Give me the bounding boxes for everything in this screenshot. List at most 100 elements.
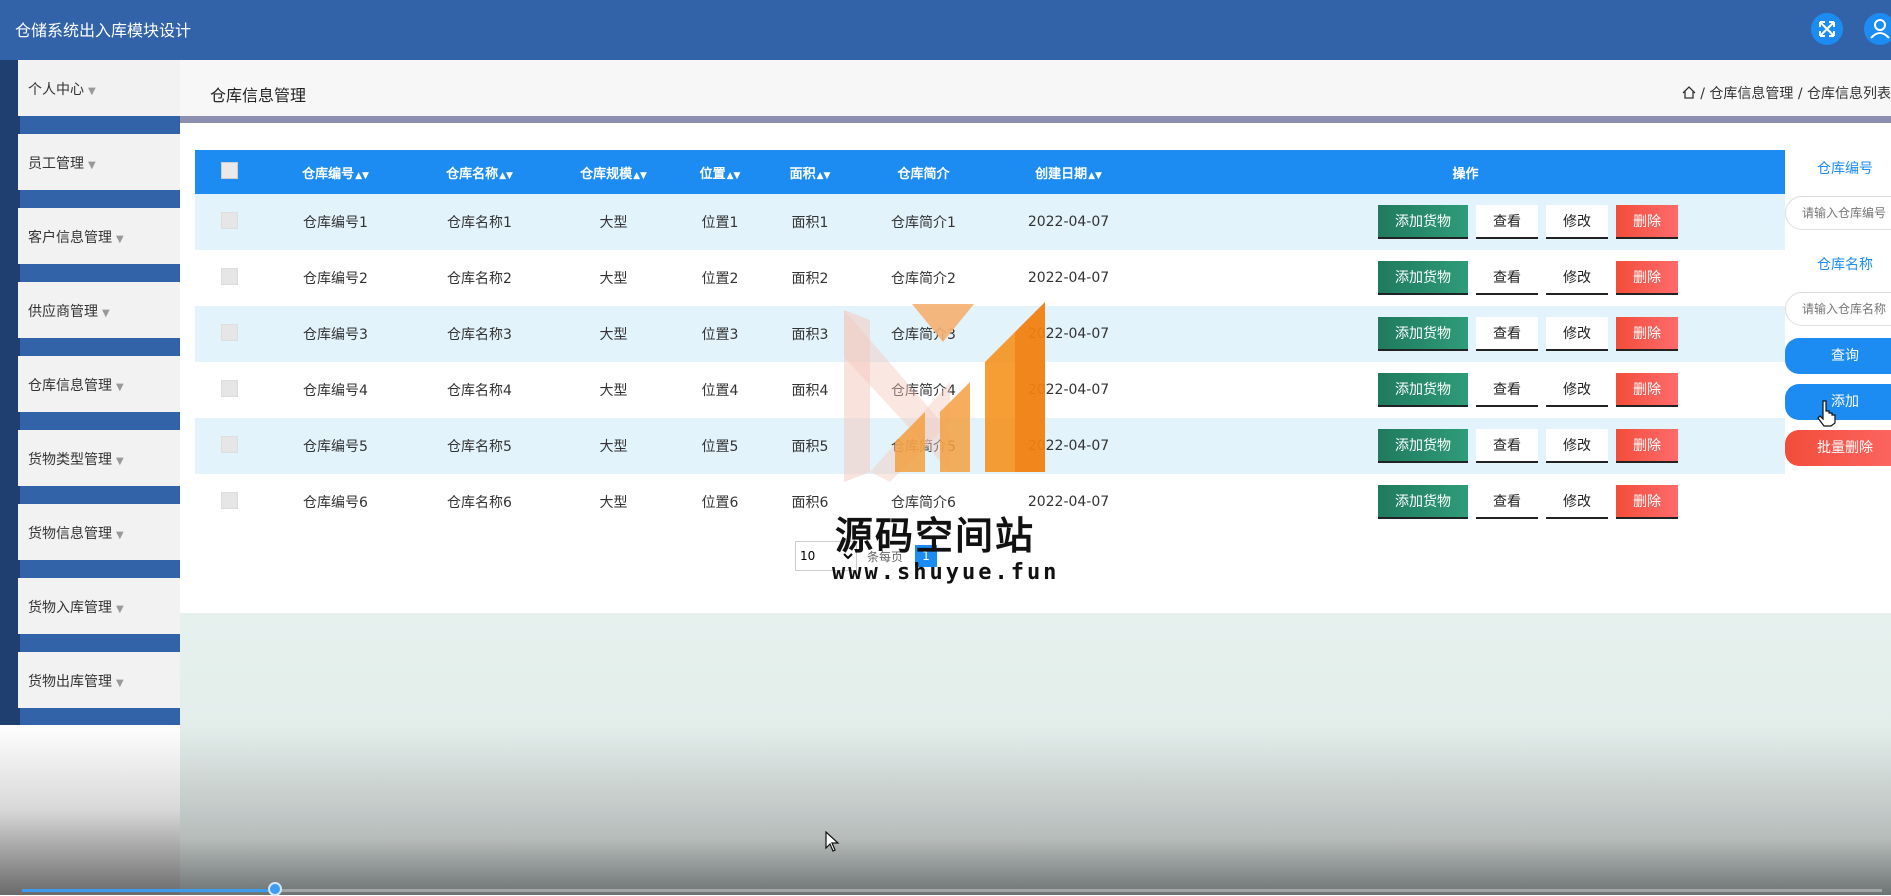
sidebar-item-label: 供应商管理 xyxy=(28,304,98,320)
sidebar-item-goods-outbound[interactable]: 货物出库管理 ▼ xyxy=(0,652,180,726)
row-checkbox[interactable] xyxy=(220,267,238,285)
breadcrumb: / 仓库信息管理 / 仓库信息列表 xyxy=(1682,83,1891,103)
watermark-text: 源码空间站 xyxy=(835,514,1036,558)
delete-button[interactable]: 删除 xyxy=(1616,373,1678,407)
delete-button[interactable]: 删除 xyxy=(1616,429,1678,463)
add-goods-button[interactable]: 添加货物 xyxy=(1378,317,1468,351)
batch-delete-button[interactable]: 批量删除 xyxy=(1785,430,1891,466)
sidebar-divider xyxy=(0,338,180,356)
row-checkbox[interactable] xyxy=(220,491,238,509)
sort-icon: ▲▼ xyxy=(726,170,741,181)
home-icon[interactable] xyxy=(1682,86,1700,102)
breadcrumb-item[interactable]: 仓库信息管理 xyxy=(1709,86,1793,102)
table-row: 仓库编号1 仓库名称1 大型 位置1 面积1 仓库简介1 2022-04-07 … xyxy=(195,194,1785,250)
edit-button[interactable]: 修改 xyxy=(1546,317,1608,351)
edit-button[interactable]: 修改 xyxy=(1546,205,1608,239)
sidebar-divider xyxy=(0,560,180,578)
delete-button[interactable]: 删除 xyxy=(1616,205,1678,239)
cell-code: 仓库编号2 xyxy=(303,271,368,287)
caret-down-icon: ▼ xyxy=(116,382,124,393)
add-goods-button[interactable]: 添加货物 xyxy=(1378,485,1468,519)
edit-button[interactable]: 修改 xyxy=(1546,485,1608,519)
sidebar-item-label: 仓库信息管理 xyxy=(28,378,112,394)
cell-code: 仓库编号5 xyxy=(303,439,368,455)
sort-icon: ▲▼ xyxy=(355,170,369,181)
cell-scale: 大型 xyxy=(599,215,628,231)
cell-name: 仓库名称4 xyxy=(447,383,512,399)
view-button[interactable]: 查看 xyxy=(1476,317,1538,351)
sidebar-item-supplier[interactable]: 供应商管理 ▼ xyxy=(0,282,180,356)
cell-area: 面积1 xyxy=(791,215,829,231)
add-button[interactable]: 添加 xyxy=(1785,384,1891,420)
code-search-input[interactable] xyxy=(1785,196,1891,230)
sidebar-item-personal-center[interactable]: 个人中心 ▼ xyxy=(0,60,180,134)
edit-button[interactable]: 修改 xyxy=(1546,429,1608,463)
view-button[interactable]: 查看 xyxy=(1476,261,1538,295)
row-checkbox[interactable] xyxy=(220,323,238,341)
cell-scale: 大型 xyxy=(599,495,628,511)
cell-area: 面积3 xyxy=(791,327,829,343)
breadcrumb-separator: / xyxy=(1797,86,1803,102)
add-goods-button[interactable]: 添加货物 xyxy=(1378,205,1468,239)
lower-background xyxy=(180,613,1891,895)
select-all-checkbox[interactable] xyxy=(220,161,238,179)
select-all-cell xyxy=(195,150,263,194)
cell-scale: 大型 xyxy=(599,383,628,399)
row-checkbox[interactable] xyxy=(220,435,238,453)
cell-name: 仓库名称3 xyxy=(447,327,512,343)
caret-down-icon: ▼ xyxy=(102,308,110,319)
sidebar-item-goods-inbound[interactable]: 货物入库管理 ▼ xyxy=(0,578,180,652)
cell-location: 位置6 xyxy=(701,495,739,511)
cell-name: 仓库名称1 xyxy=(447,215,512,231)
column-header-actions: 操作 xyxy=(1452,166,1479,182)
view-button[interactable]: 查看 xyxy=(1476,485,1538,519)
column-header-code[interactable]: 仓库编号▲▼ xyxy=(263,150,408,194)
progress-knob[interactable] xyxy=(268,882,282,896)
query-button[interactable]: 查询 xyxy=(1785,338,1891,374)
cell-location: 位置4 xyxy=(701,383,739,399)
cell-date: 2022-04-07 xyxy=(1027,214,1110,230)
add-goods-button[interactable]: 添加货物 xyxy=(1378,261,1468,295)
row-checkbox[interactable] xyxy=(220,211,238,229)
column-header-area[interactable]: 面积▲▼ xyxy=(764,150,856,194)
delete-button[interactable]: 删除 xyxy=(1616,485,1678,519)
sidebar-item-employee[interactable]: 员工管理 ▼ xyxy=(0,134,180,208)
sort-icon: ▲▼ xyxy=(816,170,831,181)
sidebar-item-goods-info[interactable]: 货物信息管理 ▼ xyxy=(0,504,180,578)
cell-scale: 大型 xyxy=(599,271,628,287)
sort-icon: ▲▼ xyxy=(633,170,647,181)
delete-button[interactable]: 删除 xyxy=(1616,317,1678,351)
caret-down-icon: ▼ xyxy=(88,160,96,171)
column-header-location[interactable]: 位置▲▼ xyxy=(676,150,764,194)
cell-code: 仓库编号1 xyxy=(303,215,368,231)
user-icon[interactable] xyxy=(1864,13,1891,45)
sidebar: 个人中心 ▼ 员工管理 ▼ 客户信息管理 ▼ 供应商管理 ▼ 仓库信息管理 ▼ 货物类型管… xyxy=(0,60,180,726)
row-checkbox[interactable] xyxy=(220,379,238,397)
view-button[interactable]: 查看 xyxy=(1476,373,1538,407)
view-button[interactable]: 查看 xyxy=(1476,429,1538,463)
page-header: 仓库信息管理 / 仓库信息管理 / 仓库信息列表 xyxy=(180,60,1891,116)
add-goods-button[interactable]: 添加货物 xyxy=(1378,373,1468,407)
table-row: 仓库编号2 仓库名称2 大型 位置2 面积2 仓库简介2 2022-04-07 … xyxy=(195,250,1785,306)
cell-name: 仓库名称2 xyxy=(447,271,512,287)
column-header-name[interactable]: 仓库名称▲▼ xyxy=(408,150,551,194)
column-header-scale[interactable]: 仓库规模▲▼ xyxy=(551,150,676,194)
cell-scale: 大型 xyxy=(599,439,628,455)
column-header-date[interactable]: 创建日期▲▼ xyxy=(991,150,1146,194)
delete-button[interactable]: 删除 xyxy=(1616,261,1678,295)
cell-date: 2022-04-07 xyxy=(1027,438,1110,454)
breadcrumb-item: 仓库信息列表 xyxy=(1807,86,1891,102)
name-search-input[interactable] xyxy=(1785,292,1891,326)
edit-button[interactable]: 修改 xyxy=(1546,261,1608,295)
sidebar-item-goods-type[interactable]: 货物类型管理 ▼ xyxy=(0,430,180,504)
column-header-intro: 仓库简介 xyxy=(897,166,950,182)
sidebar-item-customer[interactable]: 客户信息管理 ▼ xyxy=(0,208,180,282)
sidebar-item-warehouse[interactable]: 仓库信息管理 ▼ xyxy=(0,356,180,430)
progress-track[interactable] xyxy=(22,889,1882,892)
arrow-cursor-icon xyxy=(825,831,840,852)
expand-icon[interactable] xyxy=(1811,13,1843,45)
edit-button[interactable]: 修改 xyxy=(1546,373,1608,407)
caret-down-icon: ▼ xyxy=(116,234,124,245)
add-goods-button[interactable]: 添加货物 xyxy=(1378,429,1468,463)
view-button[interactable]: 查看 xyxy=(1476,205,1538,239)
